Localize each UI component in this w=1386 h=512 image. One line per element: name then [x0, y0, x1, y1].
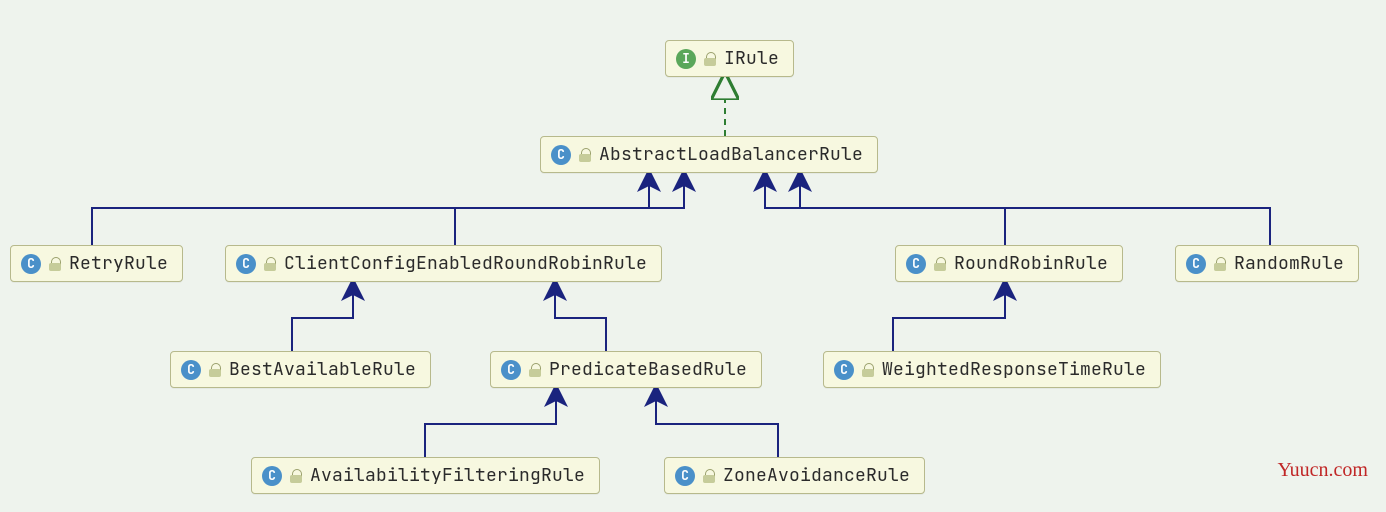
node-label: PredicateBasedRule: [549, 358, 747, 381]
node-abstract-load-balancer-rule[interactable]: C AbstractLoadBalancerRule: [540, 136, 878, 173]
lock-icon: [49, 257, 61, 271]
node-label: ZoneAvoidanceRule: [723, 464, 910, 487]
node-random-rule[interactable]: C RandomRule: [1175, 245, 1359, 282]
class-icon: C: [262, 466, 282, 486]
node-label: BestAvailableRule: [229, 358, 416, 381]
lock-icon: [703, 469, 715, 483]
lock-icon: [290, 469, 302, 483]
lock-icon: [264, 257, 276, 271]
node-label: RetryRule: [69, 252, 168, 275]
lock-icon: [529, 363, 541, 377]
node-label: ClientConfigEnabledRoundRobinRule: [284, 252, 647, 275]
node-irule[interactable]: I IRule: [665, 40, 794, 77]
node-label: RoundRobinRule: [954, 252, 1108, 275]
class-icon: C: [675, 466, 695, 486]
node-client-config-enabled-round-robin-rule[interactable]: C ClientConfigEnabledRoundRobinRule: [225, 245, 662, 282]
class-icon: C: [236, 254, 256, 274]
class-icon: C: [181, 360, 201, 380]
class-icon: C: [834, 360, 854, 380]
node-weighted-response-time-rule[interactable]: C WeightedResponseTimeRule: [823, 351, 1161, 388]
lock-icon: [704, 52, 716, 66]
class-icon: C: [21, 254, 41, 274]
node-predicate-based-rule[interactable]: C PredicateBasedRule: [490, 351, 762, 388]
node-label: RandomRule: [1234, 252, 1344, 275]
lock-icon: [862, 363, 874, 377]
lock-icon: [1214, 257, 1226, 271]
node-retry-rule[interactable]: C RetryRule: [10, 245, 183, 282]
lock-icon: [579, 148, 591, 162]
class-icon: C: [1186, 254, 1206, 274]
diagram-canvas: I IRule C AbstractLoadBalancerRule C Ret…: [0, 0, 1386, 512]
node-availability-filtering-rule[interactable]: C AvailabilityFilteringRule: [251, 457, 600, 494]
class-icon: C: [501, 360, 521, 380]
watermark: Yuucn.com: [1277, 459, 1368, 482]
node-label: AvailabilityFilteringRule: [310, 464, 585, 487]
class-icon: C: [551, 145, 571, 165]
node-best-available-rule[interactable]: C BestAvailableRule: [170, 351, 431, 388]
node-label: AbstractLoadBalancerRule: [599, 143, 863, 166]
interface-icon: I: [676, 49, 696, 69]
node-zone-avoidance-rule[interactable]: C ZoneAvoidanceRule: [664, 457, 925, 494]
class-icon: C: [906, 254, 926, 274]
node-label: WeightedResponseTimeRule: [882, 358, 1146, 381]
node-label: IRule: [724, 47, 779, 70]
lock-icon: [934, 257, 946, 271]
node-round-robin-rule[interactable]: C RoundRobinRule: [895, 245, 1123, 282]
lock-icon: [209, 363, 221, 377]
